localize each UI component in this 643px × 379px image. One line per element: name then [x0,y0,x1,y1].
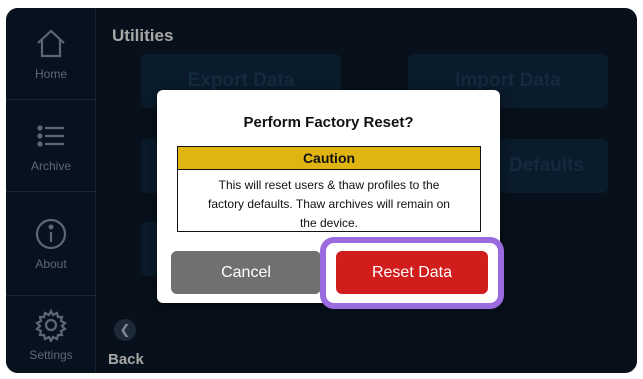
caution-line: the device. [299,216,359,230]
caution-box: Caution This will reset users & thaw pro… [177,146,481,232]
dialog-title: Perform Factory Reset? [243,114,414,131]
caution-line: factory defaults. Thaw archives will rem… [208,197,450,211]
caution-heading: Caution [178,147,480,170]
reset-data-button[interactable]: Reset Data [336,251,488,294]
caution-message: This will reset users & thaw profiles to… [178,170,480,233]
cancel-button[interactable]: Cancel [171,251,321,294]
caution-line: This will reset users & thaw profiles to… [218,178,440,192]
